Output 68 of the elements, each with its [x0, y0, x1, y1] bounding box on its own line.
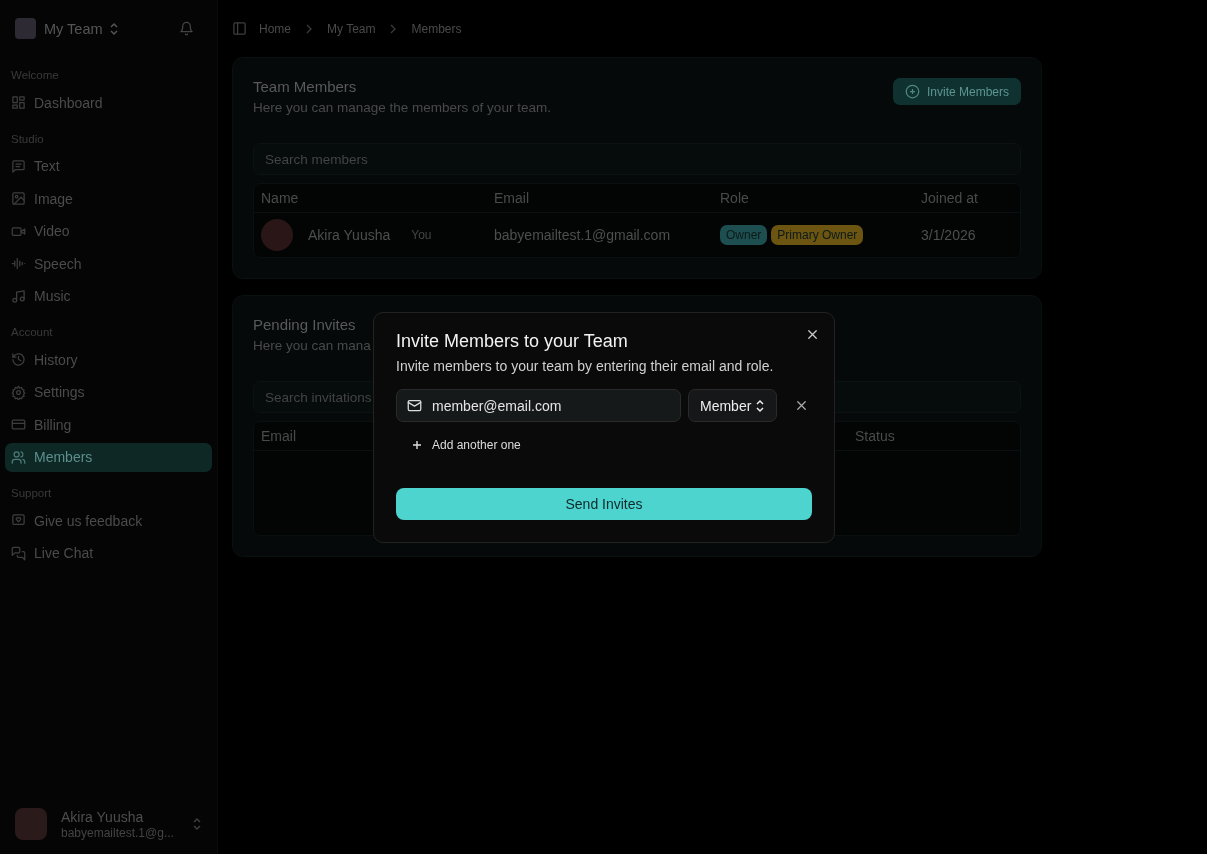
breadcrumb-link[interactable]: Members: [411, 21, 462, 36]
music-icon: [11, 288, 26, 304]
sidebar-item[interactable]: Settings: [5, 377, 212, 407]
avatar: [261, 219, 293, 251]
breadcrumb-link[interactable]: Home: [259, 21, 291, 36]
column-header: Role: [720, 190, 749, 206]
avatar: [15, 808, 47, 840]
column-header: Joined at: [921, 190, 978, 206]
sidebar-item[interactable]: Billing: [5, 410, 212, 439]
chevrons-button[interactable]: [192, 817, 202, 831]
chat-icon: [11, 545, 26, 561]
member-name: Akira Yuusha: [308, 227, 391, 243]
table-cell-text: babyemailtest.1@gmail.com: [494, 227, 672, 243]
sidebar-item[interactable]: Speech: [5, 249, 212, 278]
role-tag: Primary Owner: [771, 225, 864, 245]
bell-icon[interactable]: [179, 21, 194, 36]
card-subtitle: Here you can mana: [253, 338, 371, 353]
credit-card-icon: [11, 417, 26, 432]
chevrons-icon: [192, 817, 202, 831]
users-icon: [11, 449, 26, 465]
feedback-icon: [11, 513, 26, 528]
card-title: Pending Invites: [253, 316, 356, 333]
dialog-description: Invite members to your team by entering their email and role.: [396, 358, 775, 374]
table-cell-text: 3/1/2026: [921, 227, 977, 243]
chevrons-icon: [108, 21, 119, 36]
sidebar-toggle-icon[interactable]: [232, 21, 247, 36]
mail-icon: [407, 398, 422, 413]
email-input[interactable]: member@email.com: [432, 397, 652, 414]
breadcrumb-link[interactable]: My Team: [327, 21, 376, 36]
grid-icon: [11, 95, 26, 110]
sidebar-item[interactable]: Give us feedback: [5, 506, 212, 535]
message-icon: [11, 158, 26, 174]
card-subtitle: Here you can manage the members of your team.: [253, 100, 551, 115]
waveform-icon: [11, 256, 26, 271]
column-header: Name: [261, 190, 299, 206]
sidebar-item[interactable]: Music: [5, 281, 212, 311]
plus-icon: [412, 440, 422, 450]
invite-members-button[interactable]: Invite Members: [892, 78, 1021, 105]
dialog-title: Invite Members to your Team: [396, 331, 629, 352]
chevrons-icon: [755, 398, 766, 413]
history-icon: [11, 352, 26, 367]
email-field[interactable]: member@email.com: [396, 389, 681, 422]
role-select[interactable]: Member: [688, 389, 778, 422]
sidebar-item[interactable]: Video: [5, 216, 212, 246]
team-logo: [15, 18, 36, 39]
plus-circle-icon: [904, 84, 920, 99]
user-email: babyemailtest.1@g...: [61, 825, 174, 840]
sidebar-item[interactable]: Dashboard: [5, 88, 212, 117]
column-header: Status: [855, 428, 895, 444]
sidebar-item[interactable]: Image: [5, 184, 212, 213]
column-header: Email: [261, 428, 296, 444]
column-header: Email: [494, 190, 529, 206]
sidebar-item[interactable]: Members: [5, 442, 212, 472]
team-switcher[interactable]: My Team: [44, 20, 119, 37]
sidebar-item[interactable]: Live Chat: [5, 538, 212, 568]
add-another-button[interactable]: Add another one: [408, 434, 525, 456]
image-icon: [11, 191, 26, 206]
card-title: Team Members: [253, 78, 357, 95]
close-icon[interactable]: [805, 327, 820, 342]
sidebar-item[interactable]: History: [5, 345, 212, 374]
you-tag: You: [411, 228, 432, 242]
chevron-right-icon: [305, 23, 313, 34]
search-field[interactable]: Search members: [253, 143, 1021, 175]
sidebar-item[interactable]: Text: [5, 151, 212, 181]
gear-icon: [11, 384, 26, 400]
chevron-right-icon: [389, 23, 398, 34]
send-invites-button[interactable]: Send Invites: [396, 488, 812, 520]
user-name: Akira Yuusha: [61, 808, 145, 825]
